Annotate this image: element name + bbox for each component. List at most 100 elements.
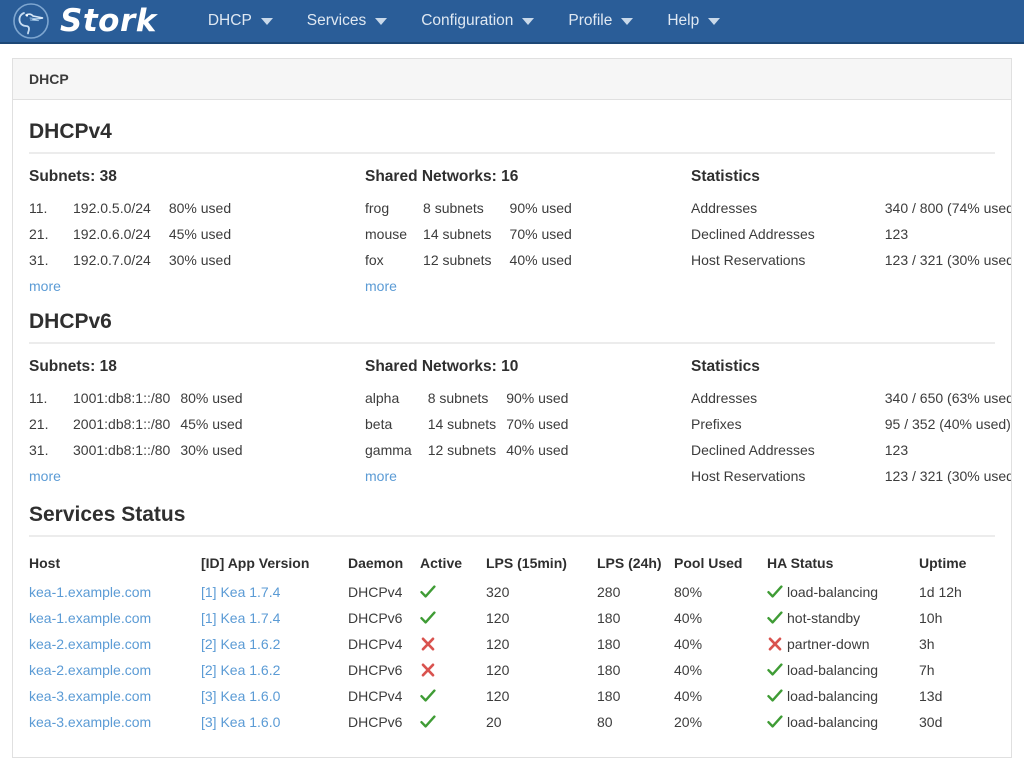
host-link[interactable]: kea-1.example.com [29, 584, 151, 600]
column-header-host[interactable]: Host [29, 551, 201, 579]
subnet-utilization: 80% used [180, 385, 242, 411]
host-link[interactable]: kea-1.example.com [29, 610, 151, 626]
column-header-ha-status[interactable]: HA Status [767, 551, 919, 579]
cell-ha-status: load-balancing [767, 709, 919, 735]
dhcpv4-shared-networks-more-link[interactable]: more [365, 278, 397, 294]
cell-uptime: 13d [919, 683, 995, 709]
app-version-link[interactable]: [2] Kea 1.6.2 [201, 636, 280, 652]
cell-app-version: [1] Kea 1.7.4 [201, 605, 348, 631]
check-icon [420, 714, 436, 730]
dhcpv4-subnets-more-link[interactable]: more [29, 278, 61, 294]
nav-item-label: Profile [568, 12, 612, 30]
network-utilization: 40% used [506, 437, 568, 463]
subnet-index: 11. [29, 385, 73, 411]
table-row: kea-2.example.com[2] Kea 1.6.2DHCPv61201… [29, 657, 995, 683]
app-version-link[interactable]: [3] Kea 1.6.0 [201, 688, 280, 704]
dhcpv6-statistics-column: Statistics Addresses 340 / 650 (63% used… [691, 358, 1012, 489]
cell-ha-status: load-balancing [767, 657, 919, 683]
app-version-link[interactable]: [1] Kea 1.7.4 [201, 584, 280, 600]
statistic-label: Prefixes [691, 411, 885, 437]
dhcpv4-columns: Subnets: 38 11. 192.0.5.0/24 80% used 21… [29, 168, 995, 296]
table-row: 21. 2001:db8:1::/80 45% used [29, 411, 243, 437]
cell-host: kea-1.example.com [29, 579, 201, 605]
cell-app-version: [3] Kea 1.6.0 [201, 709, 348, 735]
check-icon [767, 610, 783, 626]
ha-status-label: load-balancing [787, 688, 878, 704]
app-version-link[interactable]: [2] Kea 1.6.2 [201, 662, 280, 678]
nav-item-configuration[interactable]: Configuration [404, 4, 551, 38]
cell-lps-24h: 280 [597, 579, 674, 605]
dhcpv6-subnets-more-link[interactable]: more [29, 468, 61, 484]
column-header-active[interactable]: Active [420, 551, 486, 579]
table-header-row: Host [ID] App Version Daemon Active LPS … [29, 551, 995, 579]
table-row: 31. 192.0.7.0/24 30% used [29, 247, 231, 273]
cell-lps-15min: 120 [486, 657, 597, 683]
subnet-utilization: 80% used [169, 195, 231, 221]
cell-pool-used: 40% [674, 657, 767, 683]
table-row: fox 12 subnets 40% used [365, 247, 572, 273]
column-header-pool-used[interactable]: Pool Used [674, 551, 767, 579]
column-header-daemon[interactable]: Daemon [348, 551, 420, 579]
dhcpv4-statistics-column: Statistics Addresses 340 / 800 (74% used… [691, 168, 1012, 273]
cell-active [420, 605, 486, 631]
cell-daemon: DHCPv4 [348, 683, 420, 709]
statistic-value: 340 / 800 (74% used) [885, 195, 1012, 221]
dhcpv4-subnets-table: 11. 192.0.5.0/24 80% used 21. 192.0.6.0/… [29, 195, 231, 273]
dhcpv4-statistics-title: Statistics [691, 168, 1012, 186]
cell-lps-15min: 20 [486, 709, 597, 735]
host-reservations-link[interactable]: Host Reservations [691, 463, 885, 489]
statistic-label: Addresses [691, 195, 885, 221]
cell-ha-status: hot-standby [767, 605, 919, 631]
host-link[interactable]: kea-3.example.com [29, 688, 151, 704]
dhcpv4-subnets-column: Subnets: 38 11. 192.0.5.0/24 80% used 21… [29, 168, 365, 296]
cell-daemon: DHCPv6 [348, 709, 420, 735]
cell-pool-used: 40% [674, 683, 767, 709]
host-link[interactable]: kea-2.example.com [29, 636, 151, 652]
cell-uptime: 3h [919, 631, 995, 657]
dhcpv6-shared-networks-table: alpha 8 subnets 90% used beta 14 subnets… [365, 385, 568, 463]
cell-pool-used: 80% [674, 579, 767, 605]
subnet-index: 31. [29, 437, 73, 463]
nav-item-help[interactable]: Help [650, 4, 737, 38]
host-link[interactable]: kea-2.example.com [29, 662, 151, 678]
top-navbar: Stork DHCP Services Configuration Profil… [0, 0, 1024, 44]
cell-active [420, 657, 486, 683]
cell-lps-24h: 180 [597, 657, 674, 683]
nav-item-profile[interactable]: Profile [551, 4, 650, 38]
subnet-utilization: 30% used [169, 247, 231, 273]
statistic-label: Addresses [691, 385, 885, 411]
dhcpv6-statistics-table: Addresses 340 / 650 (63% used) Prefixes … [691, 385, 1012, 489]
chevron-down-icon [708, 18, 720, 25]
cell-pool-used: 20% [674, 709, 767, 735]
brand[interactable]: Stork [10, 0, 157, 42]
cross-icon [420, 636, 436, 652]
chevron-down-icon [621, 18, 633, 25]
column-header-lps-15min[interactable]: LPS (15min) [486, 551, 597, 579]
cell-daemon: DHCPv4 [348, 631, 420, 657]
column-header-lps-24h[interactable]: LPS (24h) [597, 551, 674, 579]
section-title-services-status: Services Status [29, 503, 995, 527]
cell-active [420, 631, 486, 657]
table-row: 11. 1001:db8:1::/80 80% used [29, 385, 243, 411]
nav-item-label: DHCP [208, 12, 252, 30]
column-header-app-version[interactable]: [ID] App Version [201, 551, 348, 579]
table-row: Host Reservations 123 / 321 (30% used) [691, 463, 1012, 489]
nav-item-dhcp[interactable]: DHCP [191, 4, 290, 38]
dhcp-dashboard-card: DHCP DHCPv4 Subnets: 38 11. 192.0.5.0/24… [12, 58, 1012, 758]
network-name: gamma [365, 437, 428, 463]
network-name: frog [365, 195, 423, 221]
network-utilization: 90% used [506, 385, 568, 411]
nav-item-services[interactable]: Services [290, 4, 404, 38]
app-version-link[interactable]: [1] Kea 1.7.4 [201, 610, 280, 626]
table-row: 11. 192.0.5.0/24 80% used [29, 195, 231, 221]
dhcpv6-shared-networks-more-link[interactable]: more [365, 468, 397, 484]
host-reservations-link[interactable]: Host Reservations [691, 247, 885, 273]
network-subnet-count: 14 subnets [423, 221, 510, 247]
cell-lps-15min: 120 [486, 631, 597, 657]
host-link[interactable]: kea-3.example.com [29, 714, 151, 730]
statistic-value: 95 / 352 (40% used) [885, 411, 1012, 437]
ha-status-label: hot-standby [787, 610, 860, 626]
app-version-link[interactable]: [3] Kea 1.6.0 [201, 714, 280, 730]
services-status-table: Host [ID] App Version Daemon Active LPS … [29, 551, 995, 735]
column-header-uptime[interactable]: Uptime [919, 551, 995, 579]
